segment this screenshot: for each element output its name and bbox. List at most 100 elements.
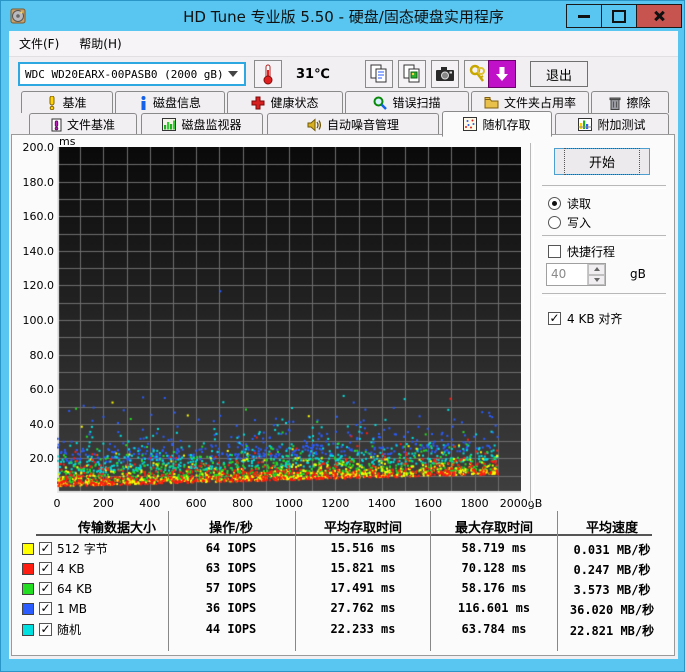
chevron-up-icon bbox=[593, 267, 600, 272]
x-tick-label: 800 bbox=[232, 497, 254, 510]
minimize-icon bbox=[578, 14, 590, 18]
copy-text-button[interactable] bbox=[365, 60, 393, 88]
exit-button[interactable]: 退出 bbox=[530, 61, 588, 87]
separator bbox=[542, 293, 666, 297]
align-4kb-checkbox[interactable]: ✓ 4 KB 对齐 bbox=[548, 310, 622, 327]
short-stroke-size-spinner[interactable]: 40 bbox=[546, 263, 606, 286]
menu-bar: 文件(F) 帮助(H) bbox=[9, 31, 678, 57]
tab-label: 附加测试 bbox=[597, 118, 646, 132]
series-color-swatch bbox=[22, 582, 34, 595]
menu-help[interactable]: 帮助(H) bbox=[69, 31, 131, 56]
y-tick-label: 120.0 bbox=[22, 279, 55, 293]
camera-icon bbox=[436, 67, 454, 81]
tab-error-scan[interactable]: 错误扫描 bbox=[345, 91, 469, 113]
y-tick-label: 160.0 bbox=[22, 210, 55, 224]
series-label: 64 KB bbox=[57, 581, 93, 596]
series-checkbox[interactable]: ✓ bbox=[39, 623, 52, 636]
tab-benchmark[interactable]: 基准 bbox=[21, 91, 113, 113]
tab-label: 文件基准 bbox=[66, 118, 115, 132]
start-button[interactable]: 开始 bbox=[554, 148, 650, 175]
minimize-button[interactable] bbox=[566, 4, 602, 28]
copy-image-icon bbox=[403, 64, 420, 83]
download-arrow-icon bbox=[496, 67, 508, 81]
benchmark-icon bbox=[49, 95, 55, 110]
health-cross-icon bbox=[251, 96, 265, 109]
tab-disk-monitor[interactable]: 磁盘监视器 bbox=[141, 113, 263, 135]
tab-extra-tests[interactable]: 附加测试 bbox=[555, 113, 669, 135]
y-tick-label: 180.0 bbox=[22, 175, 55, 189]
write-radio-label: 写入 bbox=[567, 216, 592, 230]
title-bar: HD Tune 专业版 5.50 - 硬盘/固态硬盘实用程序 bbox=[1, 1, 684, 31]
start-button-label: 开始 bbox=[563, 148, 641, 175]
tab-aam[interactable]: 自动噪音管理 bbox=[267, 113, 439, 135]
iops-value: 57 IOPS bbox=[205, 581, 257, 595]
menu-file[interactable]: 文件(F) bbox=[9, 31, 69, 56]
copy-image-button[interactable] bbox=[398, 60, 426, 88]
x-tick-label: 0 bbox=[53, 497, 61, 510]
short-stroke-checkbox[interactable]: 快捷行程 bbox=[548, 243, 615, 260]
avg-speed-value: 0.031 MB/秒 bbox=[573, 543, 651, 557]
series-label: 512 字节 bbox=[57, 542, 108, 556]
disk-monitor-icon bbox=[162, 118, 177, 131]
temperature-button[interactable] bbox=[254, 60, 282, 88]
separator bbox=[542, 185, 666, 189]
temperature-value: 31℃ bbox=[296, 67, 330, 82]
y-tick-label: 200.0 bbox=[22, 141, 55, 154]
tab-file-benchmark[interactable]: 文件基准 bbox=[29, 113, 137, 135]
x-tick-label: 1400 bbox=[367, 497, 396, 510]
series-color-swatch bbox=[22, 623, 34, 636]
maximize-button[interactable] bbox=[601, 4, 637, 28]
align-4kb-label: 4 KB 对齐 bbox=[567, 312, 623, 326]
tab-label: 自动噪音管理 bbox=[326, 118, 399, 132]
series-checkbox[interactable]: ✓ bbox=[39, 582, 52, 595]
tab-folder-usage[interactable]: 文件夹占用率 bbox=[471, 91, 589, 113]
maximize-icon bbox=[612, 9, 626, 23]
tab-health[interactable]: 健康状态 bbox=[227, 91, 343, 113]
avg-access-value: 27.762 ms bbox=[330, 601, 396, 615]
series-color-swatch bbox=[22, 542, 34, 555]
tab-erase[interactable]: 擦除 bbox=[591, 91, 669, 113]
avg-access-value: 15.821 ms bbox=[330, 561, 396, 575]
short-stroke-label: 快捷行程 bbox=[567, 245, 616, 259]
x-tick-label: 600 bbox=[185, 497, 207, 510]
avg-access-value: 17.491 ms bbox=[330, 581, 396, 595]
app-window: HD Tune 专业版 5.50 - 硬盘/固态硬盘实用程序 文件(F) 帮助(… bbox=[0, 0, 685, 672]
update-button[interactable] bbox=[488, 60, 516, 88]
series-checkbox[interactable]: ✓ bbox=[39, 602, 52, 615]
series-checkbox[interactable]: ✓ bbox=[39, 542, 52, 555]
iops-value: 63 IOPS bbox=[205, 561, 257, 575]
tab-random-access[interactable]: 随机存取 bbox=[442, 111, 552, 137]
series-label: 4 KB bbox=[57, 561, 85, 576]
tab-label: 基准 bbox=[62, 96, 87, 110]
magnifier-icon bbox=[373, 96, 388, 110]
random-access-page: ms 200.0 180.0 160.0 140.0 120.0 100.0 80.0 60.… bbox=[11, 134, 675, 656]
iops-value: 36 IOPS bbox=[205, 601, 257, 615]
client-area: 文件(F) 帮助(H) WDC WD20EARX-00PASB0 (2000 g… bbox=[9, 31, 678, 659]
read-radio[interactable]: 读取 bbox=[548, 195, 591, 212]
avg-access-value: 15.516 ms bbox=[330, 541, 396, 555]
tab-label: 磁盘信息 bbox=[152, 96, 201, 110]
write-radio[interactable]: 写入 bbox=[548, 214, 591, 231]
short-stroke-size-value: 40 bbox=[551, 267, 567, 281]
x-tick-label: 1600 bbox=[414, 497, 443, 510]
series-label: 随机 bbox=[57, 623, 82, 637]
copy-text-icon bbox=[370, 64, 387, 83]
chevron-down-icon bbox=[228, 71, 238, 77]
keys-icon bbox=[469, 64, 485, 82]
spinner-down-button[interactable] bbox=[588, 274, 605, 285]
tab-label: 磁盘监视器 bbox=[181, 118, 242, 132]
screenshot-button[interactable] bbox=[431, 60, 459, 88]
close-button[interactable] bbox=[636, 4, 682, 28]
x-tick-label: 200 bbox=[92, 497, 114, 510]
checkbox-unchecked-icon bbox=[548, 245, 561, 258]
iops-value: 44 IOPS bbox=[205, 622, 257, 636]
drive-select[interactable]: WDC WD20EARX-00PASB0 (2000 gB) bbox=[18, 62, 246, 86]
tab-disk-info[interactable]: 磁盘信息 bbox=[115, 91, 225, 113]
radio-unselected-icon bbox=[548, 216, 561, 229]
checkbox-checked-icon: ✓ bbox=[548, 311, 561, 325]
x-tick-label: 2000gB bbox=[499, 497, 543, 510]
trash-icon bbox=[609, 97, 621, 110]
series-checkbox[interactable]: ✓ bbox=[39, 562, 52, 575]
spinner-up-button[interactable] bbox=[588, 264, 605, 275]
file-benchmark-icon bbox=[51, 118, 62, 131]
